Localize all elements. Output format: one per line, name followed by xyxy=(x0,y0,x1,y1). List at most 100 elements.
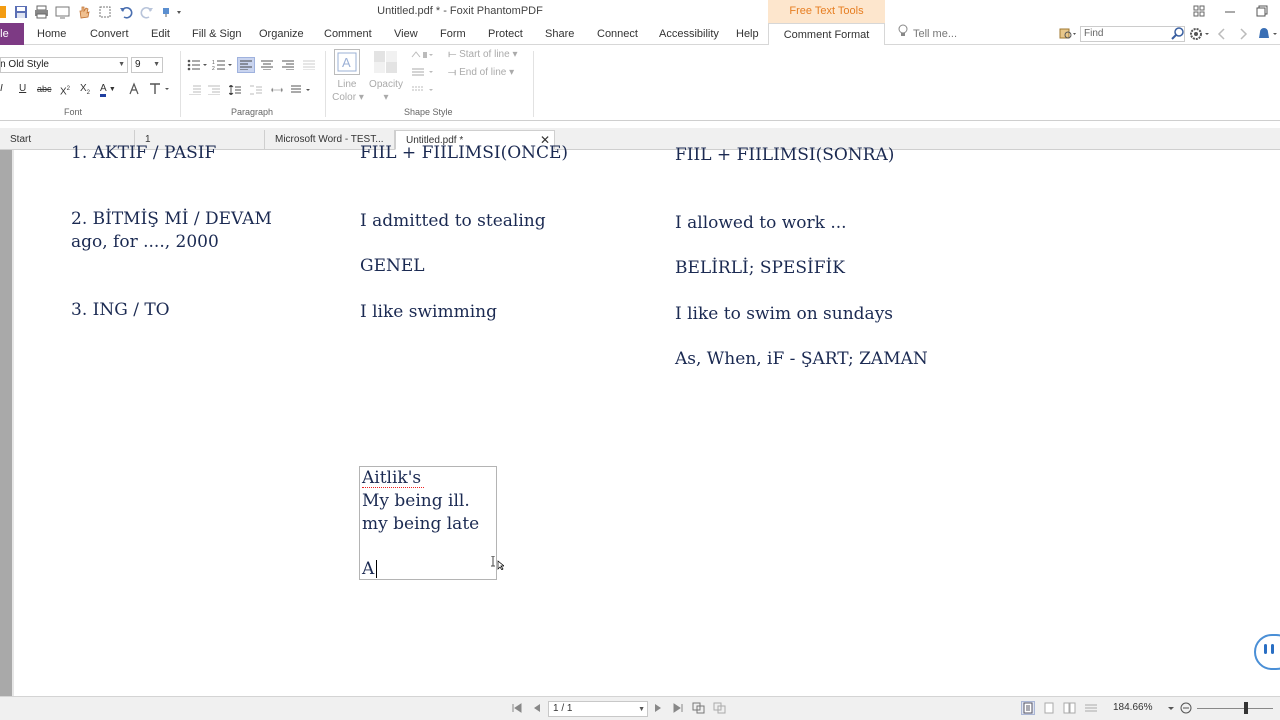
line-dash-icon[interactable] xyxy=(411,85,435,98)
zoom-out-icon[interactable] xyxy=(1179,701,1193,715)
italic-button[interactable]: I xyxy=(0,82,3,96)
col2-row2-text: I admitted to stealing xyxy=(360,211,546,231)
tab-accessibility[interactable]: Accessibility xyxy=(659,23,719,45)
textbox-line-3[interactable]: my being late xyxy=(362,513,479,535)
find-input[interactable]: Find xyxy=(1080,26,1185,42)
tab-connect[interactable]: Connect xyxy=(597,23,638,45)
ribbon-tab-bar: File Home Convert Edit Fill & Sign Organ… xyxy=(0,23,1280,46)
font-name-select[interactable]: Times New Roman Old Style ▼ xyxy=(0,57,128,73)
extract-page-icon[interactable] xyxy=(692,701,706,715)
maximize-icon[interactable] xyxy=(1250,2,1274,20)
justify-icon[interactable] xyxy=(301,58,317,72)
chevron-down-icon: ▼ xyxy=(153,61,160,68)
font-color-button[interactable]: A ▼ xyxy=(100,82,116,97)
doc-tab-start-label: Start xyxy=(10,134,32,145)
line-width-icon[interactable] xyxy=(411,67,435,80)
start-of-line-icon: ⟝ xyxy=(448,49,457,60)
tab-file[interactable]: File xyxy=(0,23,24,45)
numbered-list-icon[interactable]: 12 xyxy=(212,58,234,72)
text-direction-icon[interactable] xyxy=(290,83,314,97)
strikethrough-button[interactable]: abc xyxy=(37,82,52,96)
last-page-icon[interactable] xyxy=(671,701,685,715)
decrease-indent-icon[interactable] xyxy=(187,83,203,97)
search-icon[interactable] xyxy=(1171,27,1185,44)
notification-bell-icon[interactable] xyxy=(1257,27,1279,44)
line-spacing-icon[interactable] xyxy=(227,83,243,97)
line-color-label: Line xyxy=(337,79,357,90)
textbox-line-2[interactable]: My being ill. xyxy=(362,490,470,512)
tab-comment[interactable]: Comment xyxy=(324,23,372,45)
superscript-button[interactable]: X2 xyxy=(60,82,70,97)
tab-comment-format[interactable]: Comment Format xyxy=(768,23,885,46)
line-style-icon[interactable] xyxy=(411,49,435,64)
chevron-down-icon: ▼ xyxy=(118,61,125,68)
tab-organize[interactable]: Organize xyxy=(259,23,304,45)
col3-row2b-text: BELİRLİ; SPESİFİK xyxy=(675,258,845,278)
line-color-label-2: Color ▾ xyxy=(332,92,364,103)
tab-form[interactable]: Form xyxy=(440,23,466,45)
continuous-view-icon[interactable] xyxy=(1042,701,1056,715)
col2-row2b-text: GENEL xyxy=(360,256,425,276)
previous-page-icon[interactable] xyxy=(530,701,544,715)
first-page-icon[interactable] xyxy=(510,701,524,715)
zoom-level-value[interactable]: 184.66% xyxy=(1113,702,1152,713)
start-of-line-select[interactable]: ⟝ Start of line ▾ xyxy=(448,49,518,60)
next-result-icon[interactable] xyxy=(1238,27,1248,44)
align-left-icon[interactable] xyxy=(237,57,255,73)
title-bar: Untitled.pdf * - Foxit PhantomPDF Free T… xyxy=(0,0,1280,24)
end-of-line-select[interactable]: ⟞ End of line ▾ xyxy=(448,67,514,78)
zoom-slider-track[interactable] xyxy=(1197,708,1273,709)
tell-me-search[interactable]: Tell me... xyxy=(898,23,957,45)
text-effect-icon[interactable] xyxy=(128,82,140,96)
align-right-icon[interactable] xyxy=(280,58,296,72)
paragraph-spacing-icon[interactable] xyxy=(248,83,264,97)
line-color-button-icon[interactable]: A xyxy=(334,49,360,75)
text-style-dropdown-icon[interactable] xyxy=(149,82,171,96)
col1-row2b-text: ago, for ...., 2000 xyxy=(71,232,219,252)
textbox-line-4[interactable]: A xyxy=(362,558,374,580)
search-options-icon[interactable] xyxy=(1059,27,1077,44)
col1-row1-text: 1. AKTIF / PASIF xyxy=(71,143,217,163)
navigation-panel-collapsed[interactable] xyxy=(0,150,12,696)
restore-ribbon-icon[interactable] xyxy=(1187,2,1211,20)
col2-row1-text: FIIL + FIILIMSI(ONCE) xyxy=(360,143,569,163)
minimize-icon[interactable] xyxy=(1218,2,1242,20)
free-text-annotation-box[interactable]: Aitlik's My being ill. my being late A xyxy=(359,466,497,580)
previous-result-icon[interactable] xyxy=(1217,27,1227,44)
tab-edit[interactable]: Edit xyxy=(151,23,170,45)
align-center-icon[interactable] xyxy=(259,58,275,72)
gear-icon[interactable] xyxy=(1189,27,1211,44)
tab-share[interactable]: Share xyxy=(545,23,574,45)
col1-row3-text: 3. ING / TO xyxy=(71,300,170,320)
tab-home[interactable]: Home xyxy=(37,23,66,45)
insert-page-icon[interactable] xyxy=(713,701,727,715)
svg-text:2: 2 xyxy=(212,66,215,71)
tab-convert[interactable]: Convert xyxy=(90,23,129,45)
character-spacing-icon[interactable] xyxy=(269,83,285,97)
ribbon-panel: Times New Roman Old Style ▼ 9 ▼ I U abc … xyxy=(0,45,1280,121)
text-caret xyxy=(376,560,377,578)
font-size-select[interactable]: 9 ▼ xyxy=(131,57,163,73)
paragraph-group-label: Paragraph xyxy=(231,107,274,117)
bullet-list-icon[interactable] xyxy=(187,58,209,72)
panel-splitter[interactable] xyxy=(12,150,14,696)
underline-button[interactable]: U xyxy=(19,82,26,96)
continuous-facing-view-icon[interactable] xyxy=(1084,701,1098,715)
increase-indent-icon[interactable] xyxy=(206,83,222,97)
single-page-view-icon[interactable] xyxy=(1021,701,1035,715)
opacity-dropdown-icon[interactable]: ▾ xyxy=(380,92,392,103)
zoom-dropdown-icon[interactable] xyxy=(1164,701,1178,715)
group-divider xyxy=(325,51,326,117)
tab-fill-sign[interactable]: Fill & Sign xyxy=(192,23,242,45)
zoom-slider-handle[interactable] xyxy=(1244,702,1248,714)
facing-view-icon[interactable] xyxy=(1063,701,1077,715)
subscript-button[interactable]: X2 xyxy=(80,82,90,96)
opacity-icon[interactable] xyxy=(372,49,400,75)
tab-view[interactable]: View xyxy=(394,23,418,45)
tab-protect[interactable]: Protect xyxy=(488,23,523,45)
tab-help[interactable]: Help xyxy=(736,23,759,45)
col3-row1-text: FIIL + FIILIMSI(SONRA) xyxy=(675,145,895,165)
page-number-input[interactable]: 1 / 1 ▼ xyxy=(548,701,648,717)
next-page-icon[interactable] xyxy=(651,701,665,715)
col3-row2-text: I allowed to work ... xyxy=(675,213,847,233)
